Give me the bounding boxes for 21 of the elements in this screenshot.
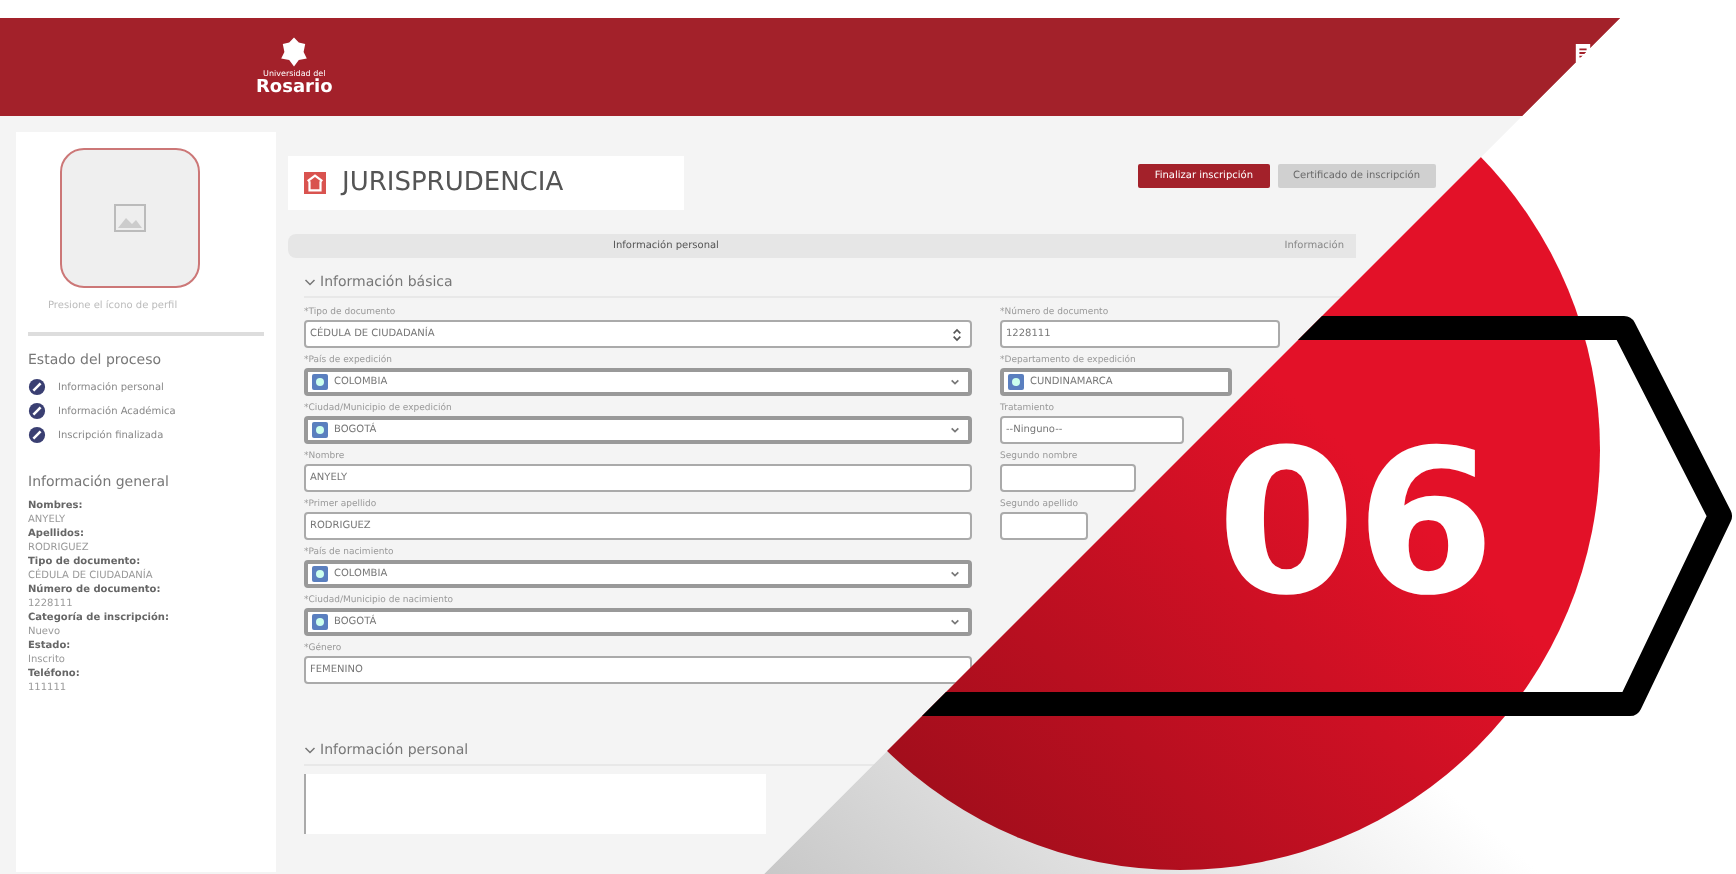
image-icon	[114, 204, 146, 232]
globe-icon	[312, 422, 328, 438]
caret-icon	[950, 618, 960, 626]
caret-icon	[950, 426, 960, 434]
caret-icon	[950, 378, 960, 386]
building-icon	[304, 172, 326, 194]
chevron-icon[interactable]	[304, 277, 316, 287]
photo-placeholder[interactable]	[60, 148, 200, 288]
globe-icon	[312, 566, 328, 582]
caret-icon	[950, 570, 960, 578]
globe-icon	[312, 374, 328, 390]
step-number: 06	[1216, 406, 1496, 640]
globe-icon	[1008, 374, 1024, 390]
crest-icon	[278, 36, 311, 68]
input-field[interactable]	[1000, 464, 1136, 492]
chevron-icon[interactable]	[304, 745, 316, 755]
globe-icon	[312, 614, 328, 630]
logo-name: Rosario	[256, 78, 333, 98]
spinner-arrows-icon	[952, 327, 962, 341]
page-title: JURISPRUDENCIA	[342, 168, 564, 198]
input-field[interactable]	[1000, 512, 1088, 540]
